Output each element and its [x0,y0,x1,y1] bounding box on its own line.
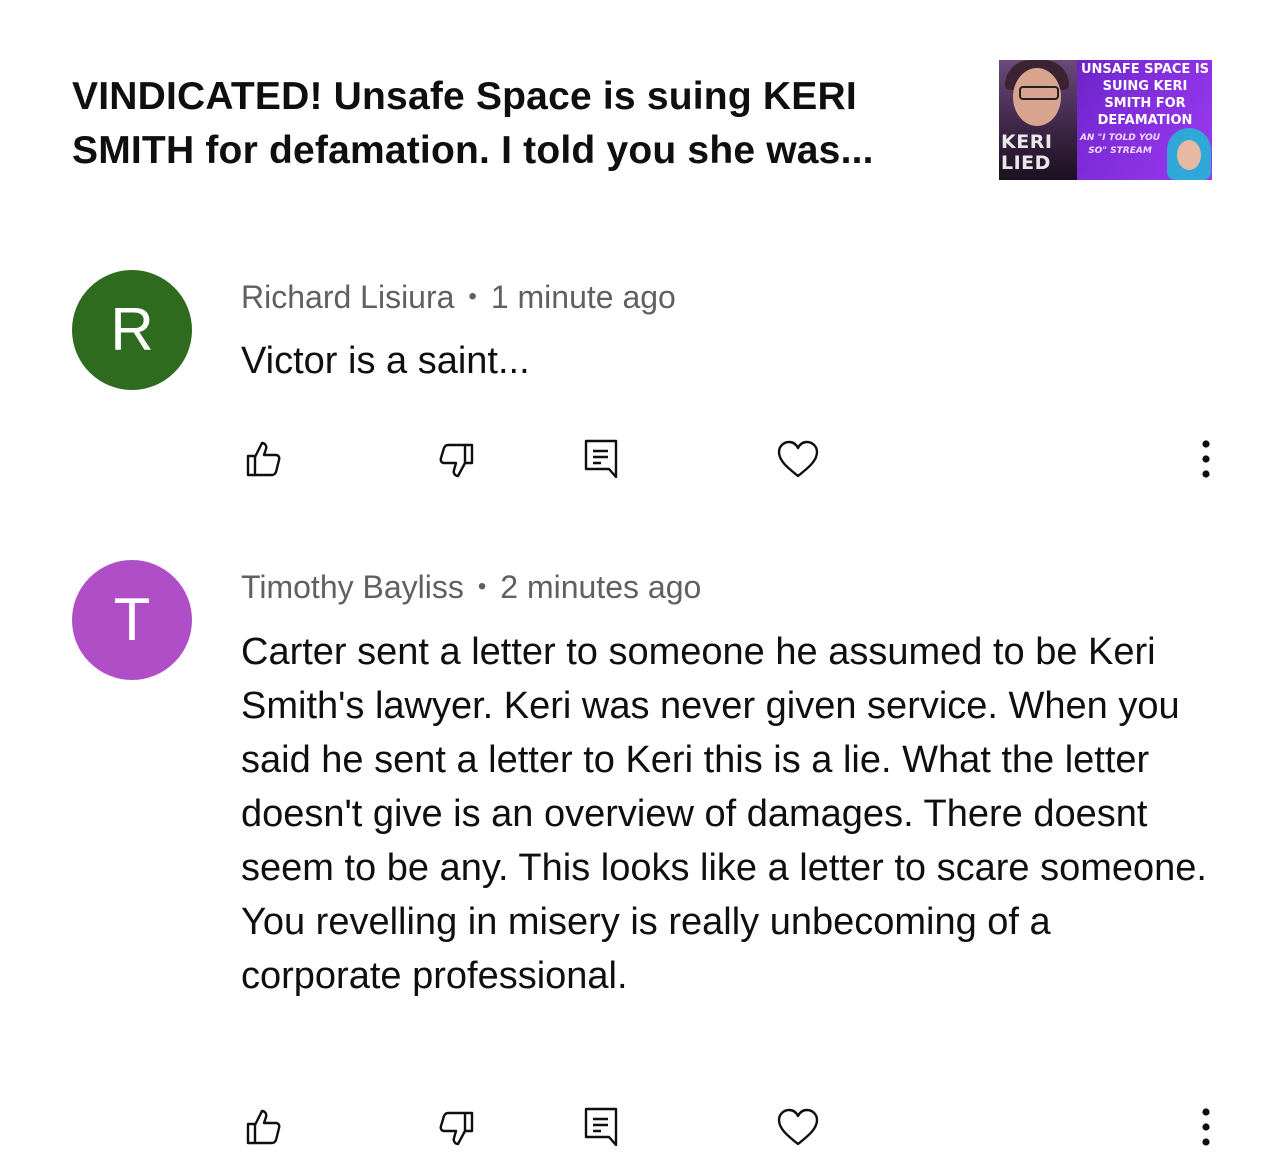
meta-separator: • [477,573,487,600]
video-thumbnail[interactable]: KERI LIED UNSAFE SPACE IS SUING KERI SMI… [999,60,1212,180]
comment-text: Carter sent a letter to someone he assum… [241,631,1207,997]
comment-time: 2 minutes ago [500,569,702,605]
reply-icon [584,1107,618,1147]
comment-time: 1 minute ago [490,279,676,315]
thumbs-down-icon [439,443,474,478]
dislike-button[interactable] [432,434,482,484]
more-vertical-icon [1202,440,1210,478]
more-button[interactable] [1181,434,1231,484]
more-button[interactable] [1181,1102,1231,1152]
thumbs-down-icon [439,1111,474,1146]
heart-button[interactable] [773,1102,823,1152]
thumbnail-subline: AN "I TOLD YOU SO" STREAM [1079,133,1161,156]
like-button[interactable] [238,434,288,484]
comment-author[interactable]: Timothy Bayliss [241,569,464,605]
meta-separator: • [468,283,477,310]
comment-actions [0,1102,1284,1152]
comment-meta: Richard Lisiura • 1 minute ago [241,277,676,317]
thumbs-up-icon [246,441,281,477]
comment-actions [0,434,1284,484]
thumbs-up-icon [246,1109,281,1145]
reply-button[interactable] [576,1102,626,1152]
video-title[interactable]: VINDICATED! Unsafe Space is suing KERI S… [72,70,952,178]
heart-icon [777,440,819,478]
dislike-button[interactable] [432,1102,482,1152]
reply-button[interactable] [576,434,626,484]
like-button[interactable] [238,1102,288,1152]
heart-icon [777,1108,819,1146]
reply-icon [584,439,618,479]
avatar[interactable]: R [72,270,192,390]
comment-meta: Timothy Bayliss • 2 minutes ago [241,567,701,607]
more-vertical-icon [1202,1108,1210,1146]
thumbnail-headline: UNSAFE SPACE IS SUING KERI SMITH FOR DEF… [1080,62,1210,128]
thumbnail-badge: KERI LIED [1001,131,1053,174]
avatar[interactable]: T [72,560,192,680]
comment-author[interactable]: Richard Lisiura [241,279,454,315]
comment-text: Victor is a saint... [241,340,530,382]
heart-button[interactable] [773,434,823,484]
thumbnail-person-right [1167,128,1211,180]
